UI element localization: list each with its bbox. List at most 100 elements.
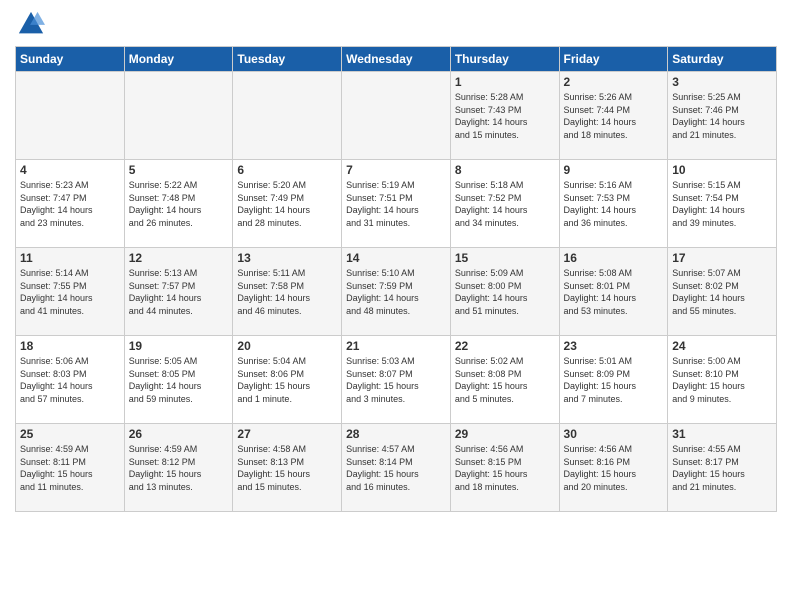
day-header-thursday: Thursday [450,47,559,72]
day-number: 4 [20,163,120,177]
calendar-cell: 2Sunrise: 5:26 AMSunset: 7:44 PMDaylight… [559,72,668,160]
cell-content: Sunrise: 5:07 AMSunset: 8:02 PMDaylight:… [672,267,772,317]
cell-content: Sunrise: 4:56 AMSunset: 8:16 PMDaylight:… [564,443,664,493]
day-number: 21 [346,339,446,353]
calendar-cell [16,72,125,160]
calendar-cell: 13 Sunrise: 5:11 AMSunset: 7:58 PMDayligh… [233,248,342,336]
logo-icon [17,10,45,38]
calendar-cell: 16Sunrise: 5:08 AMSunset: 8:01 PMDayligh… [559,248,668,336]
day-number: 30 [564,427,664,441]
day-number: 15 [455,251,555,265]
page-header [15,10,777,38]
cell-content: Sunrise: 5:28 AMSunset: 7:43 PMDaylight:… [455,91,555,141]
calendar-week-2: 4 Sunrise: 5:23 AMSunset: 7:47 PMDaylight… [16,160,777,248]
cell-content: Sunrise: 5:18 AMSunset: 7:52 PMDaylight:… [455,179,555,229]
cell-content: Sunrise: 5:01 AMSunset: 8:09 PMDaylight:… [564,355,664,405]
cell-content: Sunrise: 5:11 AMSunset: 7:58 PMDaylight:… [237,267,337,317]
calendar-cell: 14 Sunrise: 5:10 AMSunset: 7:59 PMDayligh… [342,248,451,336]
calendar-cell: 9 Sunrise: 5:16 AMSunset: 7:53 PMDaylight… [559,160,668,248]
calendar-cell: 22 Sunrise: 5:02 AMSunset: 8:08 PMDayligh… [450,336,559,424]
day-header-friday: Friday [559,47,668,72]
cell-content: Sunrise: 5:05 AMSunset: 8:05 PMDaylight:… [129,355,229,405]
day-number: 9 [564,163,664,177]
logo [15,10,45,38]
day-number: 22 [455,339,555,353]
calendar-cell: 7Sunrise: 5:19 AMSunset: 7:51 PMDaylight… [342,160,451,248]
day-number: 31 [672,427,772,441]
day-number: 24 [672,339,772,353]
calendar-cell: 31 Sunrise: 4:55 AMSunset: 8:17 PMDayligh… [668,424,777,512]
calendar-cell: 28Sunrise: 4:57 AMSunset: 8:14 PMDayligh… [342,424,451,512]
cell-content: Sunrise: 5:02 AMSunset: 8:08 PMDaylight:… [455,355,555,405]
cell-content: Sunrise: 5:10 AMSunset: 7:59 PMDaylight:… [346,267,446,317]
cell-content: Sunrise: 4:59 AMSunset: 8:12 PMDaylight:… [129,443,229,493]
day-number: 12 [129,251,229,265]
cell-content: Sunrise: 4:58 AMSunset: 8:13 PMDaylight:… [237,443,337,493]
cell-content: Sunrise: 5:04 AMSunset: 8:06 PMDaylight:… [237,355,337,405]
day-number: 1 [455,75,555,89]
day-number: 19 [129,339,229,353]
calendar-cell: 26 Sunrise: 4:59 AMSunset: 8:12 PMDayligh… [124,424,233,512]
calendar-cell: 15 Sunrise: 5:09 AMSunset: 8:00 PMDayligh… [450,248,559,336]
calendar-cell: 23 Sunrise: 5:01 AMSunset: 8:09 PMDayligh… [559,336,668,424]
cell-content: Sunrise: 5:13 AMSunset: 7:57 PMDaylight:… [129,267,229,317]
cell-content: Sunrise: 5:09 AMSunset: 8:00 PMDaylight:… [455,267,555,317]
cell-content: Sunrise: 4:55 AMSunset: 8:17 PMDaylight:… [672,443,772,493]
cell-content: Sunrise: 5:23 AMSunset: 7:47 PMDaylight:… [20,179,120,229]
calendar-cell: 29 Sunrise: 4:56 AMSunset: 8:15 PMDayligh… [450,424,559,512]
cell-content: Sunrise: 5:14 AMSunset: 7:55 PMDaylight:… [20,267,120,317]
calendar-cell: 18 Sunrise: 5:06 AMSunset: 8:03 PMDayligh… [16,336,125,424]
day-number: 18 [20,339,120,353]
day-header-monday: Monday [124,47,233,72]
calendar-cell: 20 Sunrise: 5:04 AMSunset: 8:06 PMDayligh… [233,336,342,424]
day-number: 28 [346,427,446,441]
day-number: 29 [455,427,555,441]
day-number: 16 [564,251,664,265]
calendar-cell: 27 Sunrise: 4:58 AMSunset: 8:13 PMDayligh… [233,424,342,512]
calendar-cell: 19 Sunrise: 5:05 AMSunset: 8:05 PMDayligh… [124,336,233,424]
day-number: 26 [129,427,229,441]
cell-content: Sunrise: 4:56 AMSunset: 8:15 PMDaylight:… [455,443,555,493]
calendar-cell: 11 Sunrise: 5:14 AMSunset: 7:55 PMDayligh… [16,248,125,336]
calendar-cell: 12 Sunrise: 5:13 AMSunset: 7:57 PMDayligh… [124,248,233,336]
day-number: 8 [455,163,555,177]
cell-content: Sunrise: 4:59 AMSunset: 8:11 PMDaylight:… [20,443,120,493]
cell-content: Sunrise: 5:16 AMSunset: 7:53 PMDaylight:… [564,179,664,229]
calendar-cell: 5 Sunrise: 5:22 AMSunset: 7:48 PMDaylight… [124,160,233,248]
day-number: 6 [237,163,337,177]
day-header-tuesday: Tuesday [233,47,342,72]
calendar-cell: 6 Sunrise: 5:20 AMSunset: 7:49 PMDaylight… [233,160,342,248]
cell-content: Sunrise: 5:25 AMSunset: 7:46 PMDaylight:… [672,91,772,141]
cell-content: Sunrise: 5:20 AMSunset: 7:49 PMDaylight:… [237,179,337,229]
day-number: 2 [564,75,664,89]
day-number: 3 [672,75,772,89]
day-number: 11 [20,251,120,265]
cell-content: Sunrise: 5:22 AMSunset: 7:48 PMDaylight:… [129,179,229,229]
day-number: 7 [346,163,446,177]
day-number: 10 [672,163,772,177]
cell-content: Sunrise: 5:06 AMSunset: 8:03 PMDaylight:… [20,355,120,405]
calendar-cell [342,72,451,160]
calendar-week-3: 11 Sunrise: 5:14 AMSunset: 7:55 PMDayligh… [16,248,777,336]
calendar-cell: 8 Sunrise: 5:18 AMSunset: 7:52 PMDaylight… [450,160,559,248]
calendar-table: SundayMondayTuesdayWednesdayThursdayFrid… [15,46,777,512]
calendar-cell: 3 Sunrise: 5:25 AMSunset: 7:46 PMDaylight… [668,72,777,160]
day-number: 5 [129,163,229,177]
day-header-saturday: Saturday [668,47,777,72]
calendar-week-5: 25 Sunrise: 4:59 AMSunset: 8:11 PMDayligh… [16,424,777,512]
calendar-week-1: 1 Sunrise: 5:28 AMSunset: 7:43 PMDaylight… [16,72,777,160]
calendar-cell [124,72,233,160]
calendar-cell: 1 Sunrise: 5:28 AMSunset: 7:43 PMDaylight… [450,72,559,160]
day-number: 25 [20,427,120,441]
day-number: 23 [564,339,664,353]
calendar-cell: 10Sunrise: 5:15 AMSunset: 7:54 PMDayligh… [668,160,777,248]
day-number: 27 [237,427,337,441]
calendar-cell [233,72,342,160]
day-number: 13 [237,251,337,265]
calendar-cell: 4 Sunrise: 5:23 AMSunset: 7:47 PMDaylight… [16,160,125,248]
day-number: 20 [237,339,337,353]
day-number: 17 [672,251,772,265]
day-number: 14 [346,251,446,265]
day-header-wednesday: Wednesday [342,47,451,72]
cell-content: Sunrise: 5:00 AMSunset: 8:10 PMDaylight:… [672,355,772,405]
